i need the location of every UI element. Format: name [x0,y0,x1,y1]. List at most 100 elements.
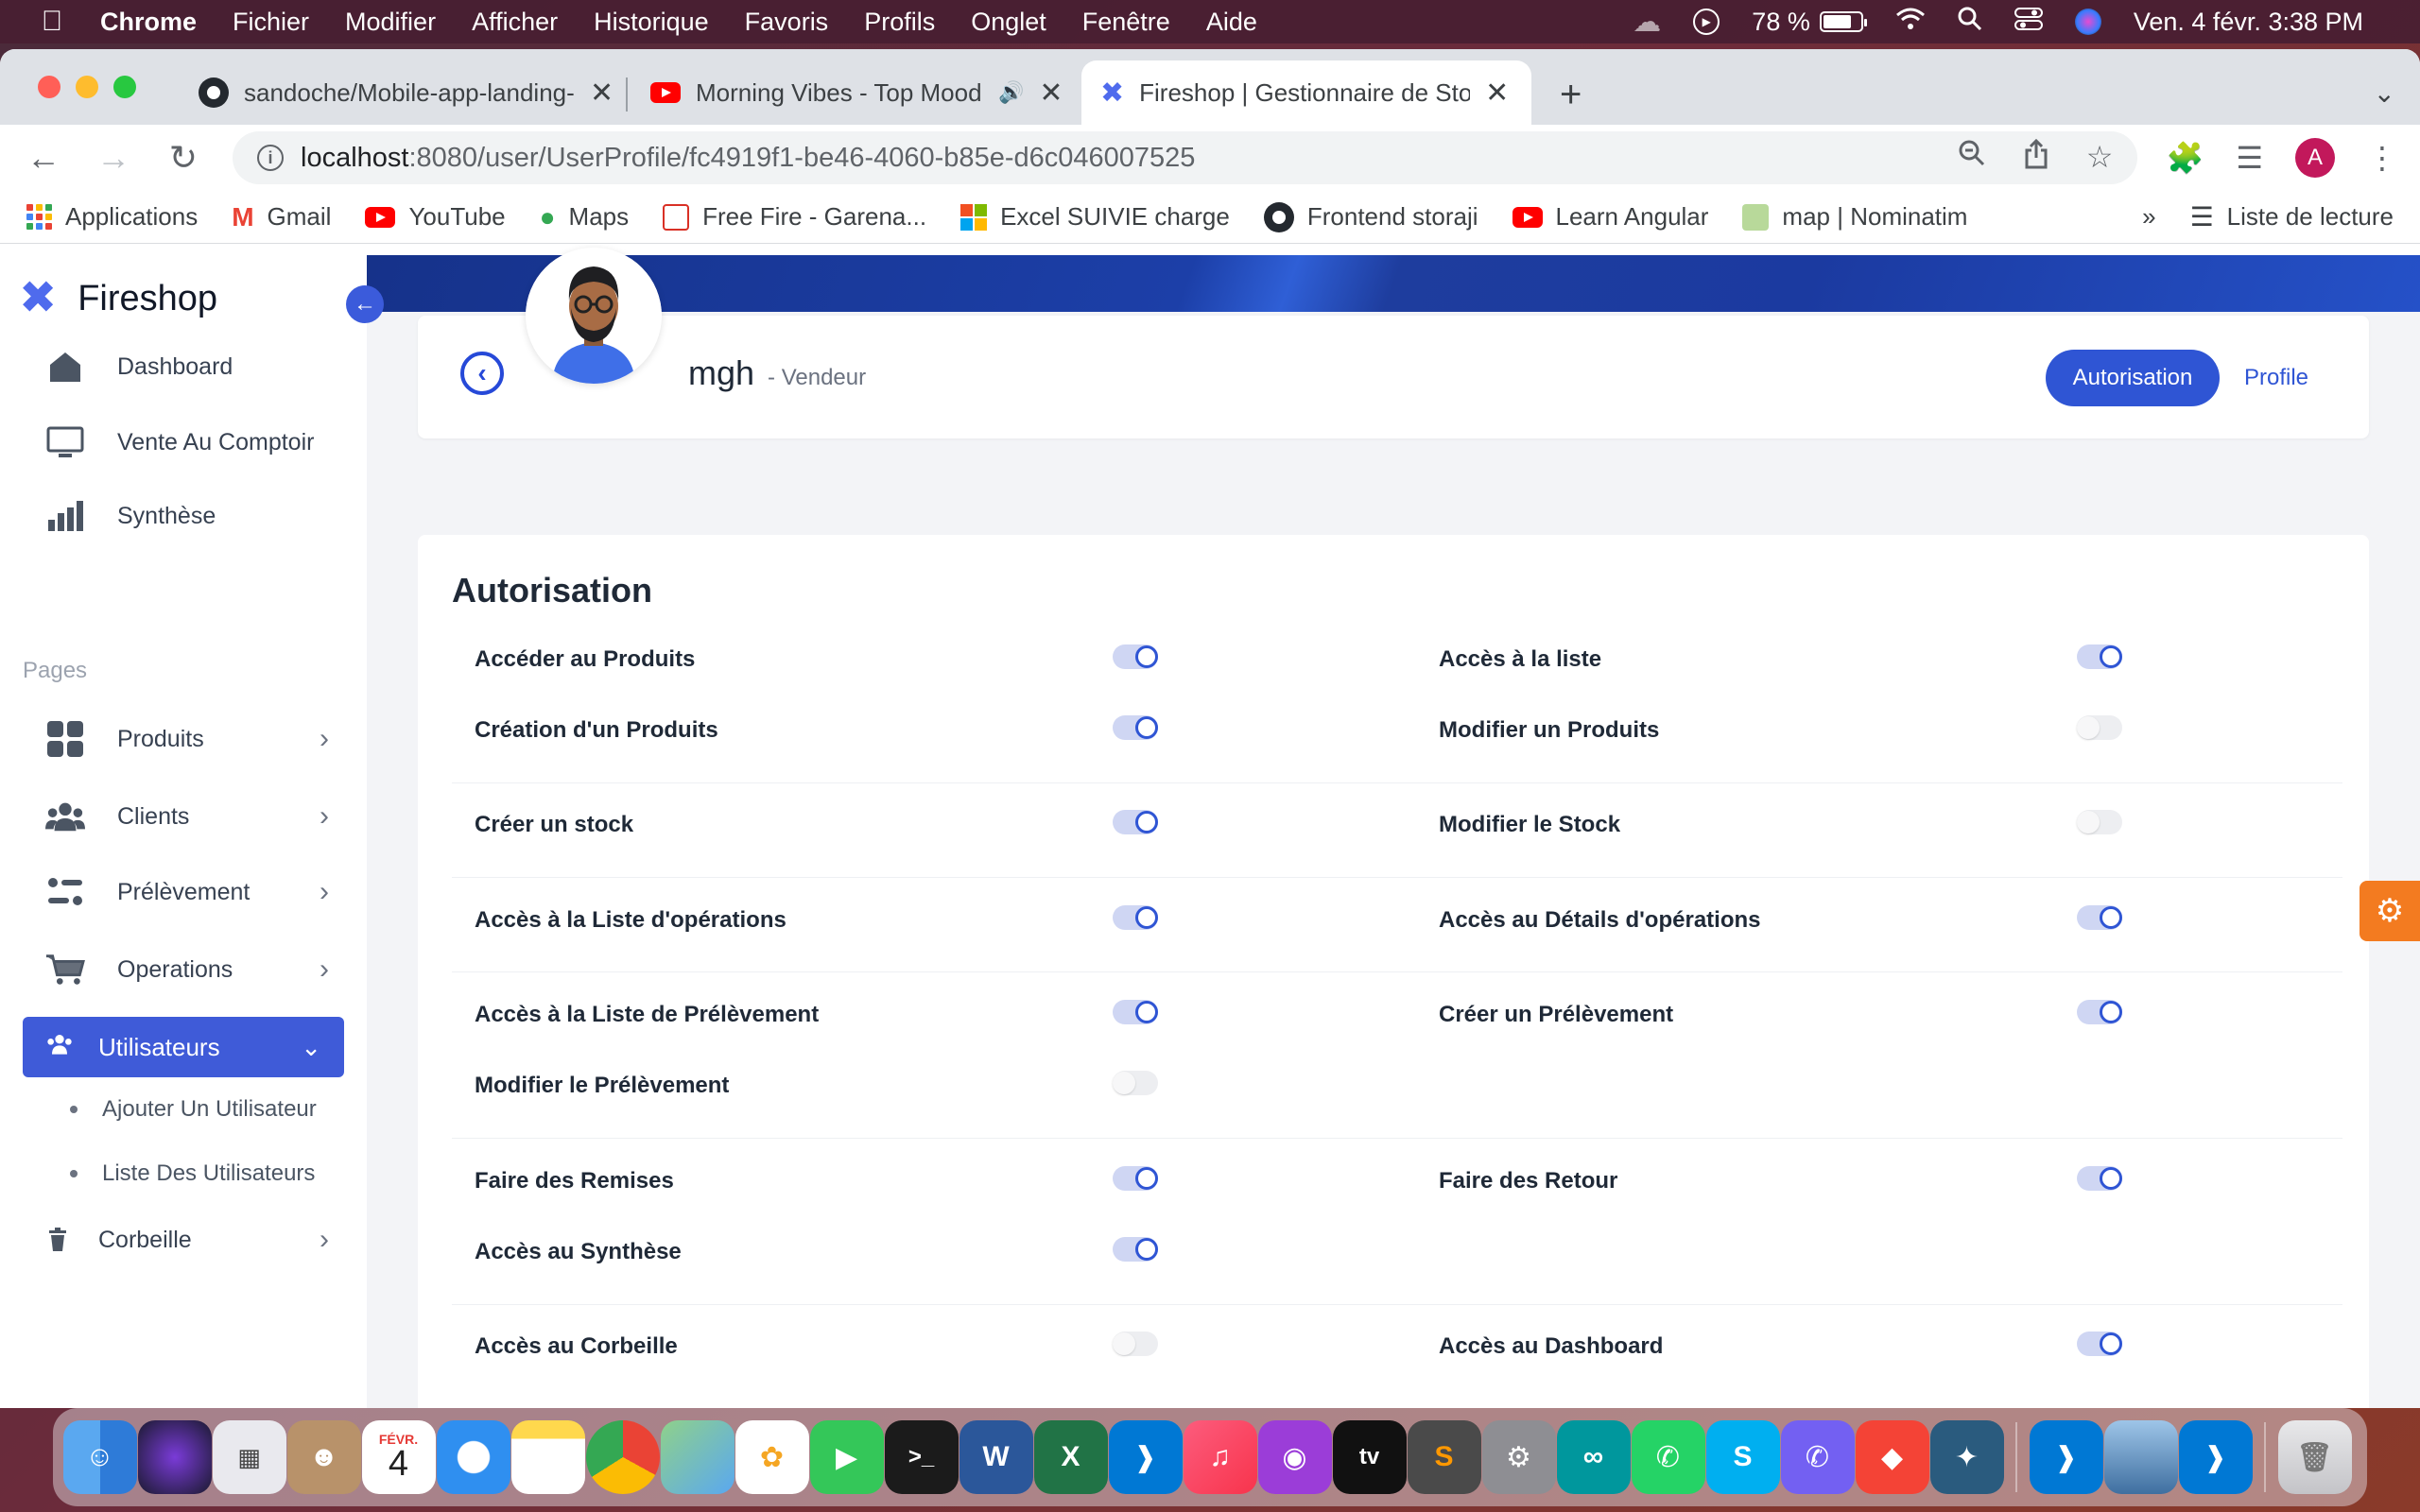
sidebar-item-dashboard[interactable]: Dashboard [45,350,329,384]
mysql-workbench-icon[interactable]: ✦ [1929,1420,2004,1494]
menu-fenetre[interactable]: Fenêtre [1082,8,1170,37]
menu-favoris[interactable]: Favoris [745,8,829,37]
sidebar-item-utilisateurs[interactable]: Utilisateurs ⌄ [23,1017,344,1077]
bookmark-gmail[interactable]: M Gmail [232,202,331,232]
zoom-window-button[interactable] [113,76,136,98]
back-circle-icon[interactable]: ‹ [460,352,504,395]
word-icon[interactable]: W [959,1420,1033,1494]
preview-window-icon[interactable] [2103,1420,2178,1494]
profile-link[interactable]: Profile [2244,365,2308,391]
wifi-icon[interactable] [1895,7,1926,38]
menu-onglet[interactable]: Onglet [971,8,1046,37]
apple-icon[interactable]:  [26,6,78,38]
apple-tv-icon[interactable]: tv [1332,1420,1407,1494]
tab-search-chevron-icon[interactable]: ⌄ [2374,77,2395,109]
permission-toggle[interactable] [1113,1071,1158,1095]
permission-toggle[interactable] [2077,810,2122,834]
play-status-icon[interactable]: ▶ [1693,9,1720,35]
menu-afficher[interactable]: Afficher [472,8,558,37]
menu-modifier[interactable]: Modifier [345,8,436,37]
contacts-icon[interactable]: ☻ [286,1420,361,1494]
permission-toggle[interactable] [1113,810,1158,834]
facetime-icon[interactable]: ▶ [809,1420,884,1494]
excel-icon[interactable]: X [1033,1420,1108,1494]
new-tab-button[interactable]: + [1560,74,1582,116]
back-button[interactable]: ← [23,138,64,178]
viber-icon[interactable]: ✆ [1780,1420,1855,1494]
minimize-window-button[interactable] [76,76,98,98]
sublime-text-icon[interactable]: S [1407,1420,1481,1494]
close-tab-icon[interactable]: ✕ [1485,77,1509,110]
sidebar-item-synthese[interactable]: Synthèse [45,499,329,533]
permission-toggle[interactable] [2077,1000,2122,1024]
permission-toggle[interactable] [2077,1332,2122,1356]
permission-toggle[interactable] [2077,905,2122,930]
sidebar-item-vente-au-comptoir[interactable]: Vente Au Comptoir [45,425,329,459]
vscode-window-icon[interactable]: ❱ [2178,1420,2253,1494]
permission-toggle[interactable] [2077,1166,2122,1191]
podcasts-icon[interactable]: ◉ [1257,1420,1332,1494]
terminal-icon[interactable]: >_ [884,1420,959,1494]
vscode-icon[interactable]: ❱ [1108,1420,1183,1494]
menu-historique[interactable]: Historique [594,8,709,37]
trash-icon[interactable]: 🗑 [2277,1420,2352,1494]
siri-app-icon[interactable] [137,1420,212,1494]
spotlight-search-icon[interactable] [1958,7,1982,38]
permission-toggle[interactable] [2077,644,2122,669]
sidebar-item-operations[interactable]: Operations › [45,953,329,987]
maps-app-icon[interactable] [660,1420,735,1494]
permission-toggle[interactable] [1113,1237,1158,1262]
autorisation-button[interactable]: Autorisation [2046,350,2220,406]
profile-avatar[interactable]: A [2295,138,2335,178]
forward-button[interactable]: → [93,138,134,178]
menu-aide[interactable]: Aide [1206,8,1257,37]
reload-button[interactable]: ↻ [163,138,204,178]
battery-status[interactable]: 78 % [1752,8,1867,37]
safari-icon[interactable] [436,1420,510,1494]
bookmark-maps[interactable]: ● Maps [540,202,630,232]
reading-list-button[interactable]: ☰ Liste de lecture [2190,201,2394,232]
sidebar-item-clients[interactable]: Clients › [45,799,329,833]
bookmark-freefire[interactable]: Free Fire - Garena... [663,202,926,232]
cloud-icon[interactable]: ☁ [1633,6,1661,39]
music-icon[interactable]: ♫ [1183,1420,1257,1494]
siri-icon[interactable] [2074,9,2101,35]
tab-youtube[interactable]: Morning Vibes - Top Mood 🔊 ✕ [631,60,1082,125]
permission-toggle[interactable] [1113,1000,1158,1024]
permission-toggle[interactable] [1113,715,1158,740]
bookmark-nominatim[interactable]: map | Nominatim [1742,202,1967,232]
tab-fireshop[interactable]: ✖ Fireshop | Gestionnaire de Stock ✕ [1081,60,1531,125]
bookmark-applications[interactable]: Applications [26,202,198,232]
brand[interactable]: ✖ Fireshop [19,276,217,321]
bookmark-youtube[interactable]: YouTube [365,202,506,232]
sidebar-subitem-liste-utilisateurs[interactable]: Liste Des Utilisateurs [70,1160,315,1187]
media-queue-icon[interactable]: ☰ [2236,140,2263,176]
finder-icon[interactable]: ☺ [62,1420,137,1494]
arduino-icon[interactable]: ∞ [1556,1420,1631,1494]
chrome-icon[interactable] [585,1420,660,1494]
address-bar[interactable]: i localhost:8080/user/UserProfile/fc4919… [233,131,2138,184]
settings-gear-button[interactable]: ⚙ [2360,881,2420,941]
sidebar-item-prelevement[interactable]: Prélèvement › [45,875,329,909]
photos-icon[interactable]: ✿ [735,1420,809,1494]
menu-profils[interactable]: Profils [864,8,935,37]
permission-toggle[interactable] [1113,905,1158,930]
bookmark-star-icon[interactable]: ☆ [2086,139,2114,177]
permission-toggle[interactable] [1113,1332,1158,1356]
chrome-menu-icon[interactable]: ⋮ [2367,140,2397,176]
sidebar-item-corbeille[interactable]: Corbeille › [45,1223,329,1257]
vscode-window-icon[interactable]: ❱ [2029,1420,2103,1494]
sidebar-subitem-ajouter-utilisateur[interactable]: Ajouter Un Utilisateur [70,1096,317,1123]
close-window-button[interactable] [38,76,60,98]
sidebar-item-produits[interactable]: Produits › [45,721,329,757]
skype-icon[interactable]: S [1705,1420,1780,1494]
whatsapp-icon[interactable]: ✆ [1631,1420,1705,1494]
menubar-datetime[interactable]: Ven. 4 févr. 3:38 PM [2134,8,2363,37]
launchpad-icon[interactable]: ▦ [212,1420,286,1494]
control-center-icon[interactable] [2014,7,2043,38]
tab-github[interactable]: sandoche/Mobile-app-landing-page ✕ [180,60,632,125]
extensions-icon[interactable]: 🧩 [2166,140,2204,176]
close-tab-icon[interactable]: ✕ [590,77,614,110]
menu-app-chrome[interactable]: Chrome [100,8,197,37]
permission-toggle[interactable] [1113,1166,1158,1191]
